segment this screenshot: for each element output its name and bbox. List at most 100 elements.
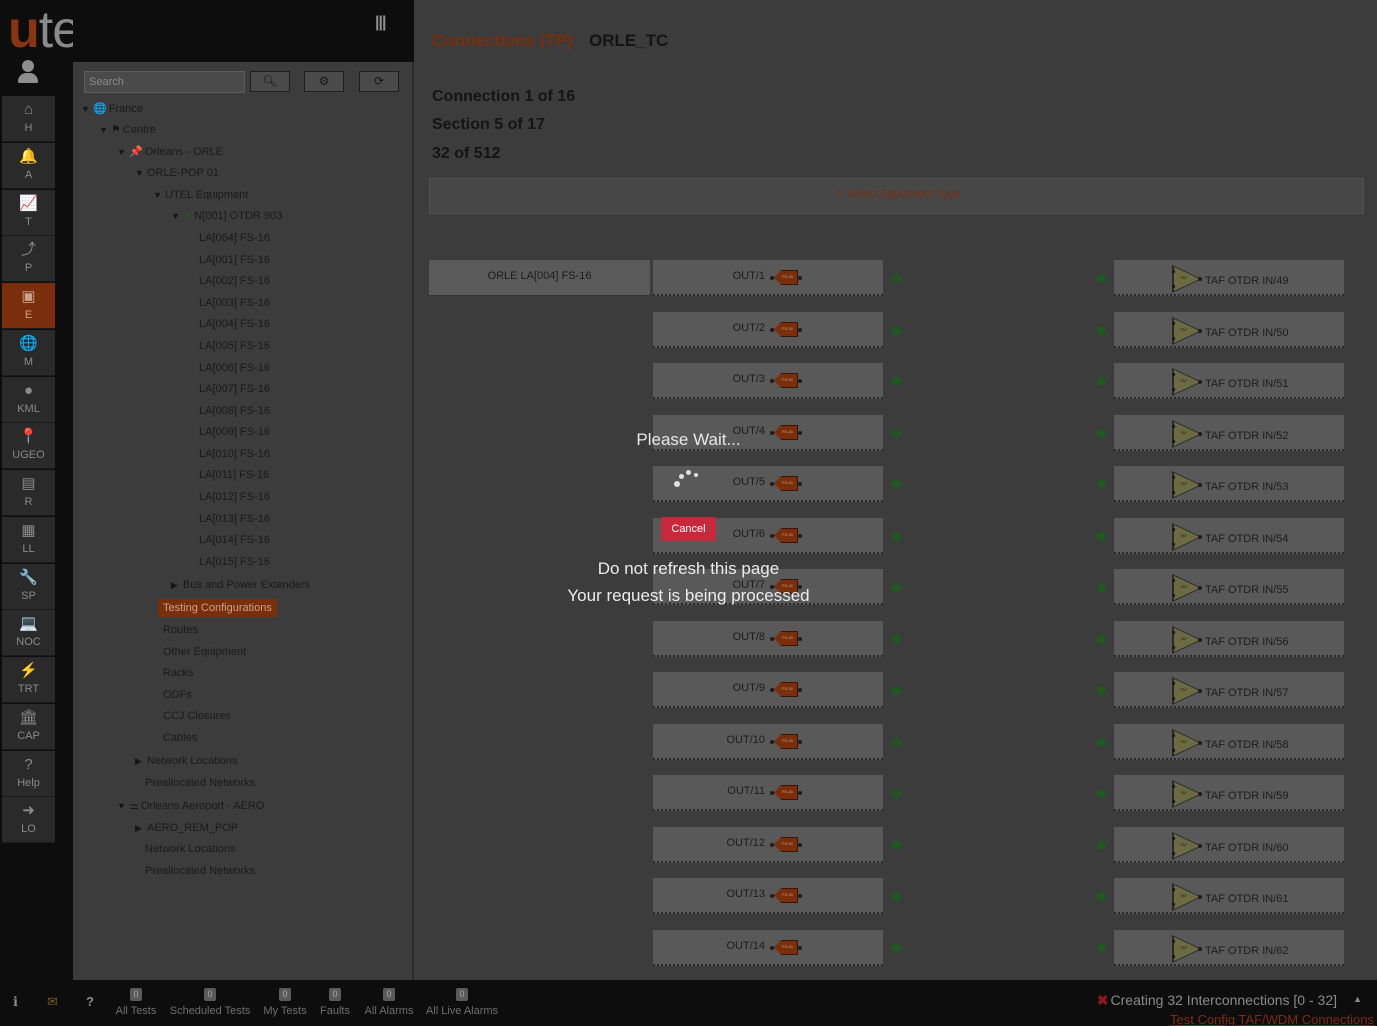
- caret-down-icon[interactable]: ▼: [153, 186, 165, 204]
- taf-input-port[interactable]: TAF TAF OTDR IN/57: [1114, 672, 1344, 708]
- tree-node[interactable]: LA[015] FS-16: [199, 553, 270, 571]
- search-button[interactable]: 🔍︎: [250, 71, 290, 92]
- nav-item-lo[interactable]: ➜ LO: [2, 797, 55, 844]
- nav-item-p[interactable]: ⤴ P: [2, 236, 55, 283]
- tree-node[interactable]: ▼ 🌐 France: [81, 100, 143, 118]
- nav-item-e[interactable]: ▣ E: [2, 283, 55, 329]
- refresh-button[interactable]: ⟳: [359, 71, 399, 92]
- caret-down-icon[interactable]: ▼: [117, 143, 129, 161]
- output-port[interactable]: OUT/10 FS-16: [653, 724, 883, 760]
- output-port[interactable]: OUT/9 FS-16: [653, 672, 883, 708]
- caret-down-icon[interactable]: ▼: [117, 797, 129, 815]
- select-equipment-type-button[interactable]: ＋ Select Equipment Type: [429, 178, 1364, 214]
- output-port[interactable]: OUT/7 FS-16: [653, 569, 883, 605]
- menu-toggle-icon[interactable]: |||: [375, 14, 386, 32]
- tree-node[interactable]: LA[003] FS-16: [199, 294, 270, 312]
- output-port[interactable]: OUT/4 FS-16: [653, 415, 883, 451]
- info-icon[interactable]: ℹ: [13, 994, 18, 1010]
- tree-node[interactable]: LA[004] FS-16: [199, 315, 270, 333]
- nav-item-a[interactable]: 🔔 A: [2, 142, 55, 189]
- tree-node[interactable]: LA[007] FS-16: [199, 380, 270, 398]
- taf-input-port[interactable]: TAF TAF OTDR IN/52: [1114, 415, 1344, 451]
- nav-item-cap[interactable]: 🏛 CAP: [2, 703, 55, 750]
- caret-down-icon[interactable]: ▼: [171, 207, 183, 225]
- tree-node[interactable]: LA[001] FS-16: [199, 251, 270, 269]
- tree-node[interactable]: ODFs: [163, 686, 192, 704]
- tree-node[interactable]: ▼ 📌 Orleans - ORLE: [117, 143, 223, 161]
- taf-input-port[interactable]: TAF TAF OTDR IN/49: [1114, 260, 1344, 296]
- nav-item-kml[interactable]: ● KML: [2, 376, 55, 423]
- tree-node[interactable]: Preallocated Networks: [145, 774, 255, 792]
- tree-node[interactable]: LA[009] FS-16: [199, 423, 270, 441]
- settings-button[interactable]: ⚙: [304, 71, 344, 92]
- output-port[interactable]: OUT/8 FS-16: [653, 621, 883, 657]
- nav-item-m[interactable]: 🌐 M: [2, 329, 55, 376]
- caret-down-icon[interactable]: ▼: [135, 164, 147, 182]
- tree-node[interactable]: Cables: [163, 729, 197, 747]
- nav-item-r[interactable]: ▤ R: [2, 470, 55, 516]
- output-port[interactable]: OUT/11 FS-16: [653, 775, 883, 811]
- tree-node[interactable]: ▶ Bus and Power Extenders: [171, 576, 310, 594]
- output-port[interactable]: OUT/13 FS-16: [653, 878, 883, 914]
- caret-down-icon[interactable]: ▼: [99, 121, 111, 139]
- nav-item-trt[interactable]: ⚡ TRT: [2, 657, 55, 703]
- tree-node[interactable]: ▼ UTEL Equipment: [153, 186, 248, 204]
- job-status[interactable]: ✖ Creating 32 Interconnections [0 - 32]: [1097, 992, 1337, 1009]
- search-input[interactable]: [84, 71, 245, 93]
- output-port[interactable]: OUT/3 FS-16: [653, 363, 883, 399]
- tree-node[interactable]: Other Equipment: [163, 643, 246, 661]
- tree-node[interactable]: Preallocated Networks: [145, 862, 255, 880]
- caret-right-icon[interactable]: ▶: [135, 752, 147, 770]
- nav-item-t[interactable]: 📈 T: [2, 189, 55, 236]
- tree-node[interactable]: LA[012] FS-16: [199, 488, 270, 506]
- job-status-link[interactable]: Test Config TAF/WDM Connections: [1170, 1012, 1374, 1026]
- nav-item-help[interactable]: ? Help: [2, 750, 55, 797]
- tree-node[interactable]: LA[014] FS-16: [199, 531, 270, 549]
- tree-node[interactable]: LA[005] FS-16: [199, 337, 270, 355]
- taf-input-port[interactable]: TAF TAF OTDR IN/56: [1114, 621, 1344, 657]
- taf-input-port[interactable]: TAF TAF OTDR IN/58: [1114, 724, 1344, 760]
- output-port[interactable]: OUT/1 FS-16: [653, 260, 883, 296]
- tree-node[interactable]: ▼ ORLE-POP 01: [135, 164, 219, 182]
- taf-input-port[interactable]: TAF TAF OTDR IN/59: [1114, 775, 1344, 811]
- nav-item-ll[interactable]: ▦ LL: [2, 516, 55, 563]
- nav-item-h[interactable]: ⌂ H: [2, 96, 55, 142]
- tree-node[interactable]: LA[006] FS-16: [199, 359, 270, 377]
- tree-node[interactable]: Network Locations: [145, 840, 236, 858]
- tree-node[interactable]: ▼ ⚌ Orleans Aeroport - AERO: [117, 797, 264, 815]
- taf-input-port[interactable]: TAF TAF OTDR IN/62: [1114, 930, 1344, 966]
- tree-node[interactable]: LA[013] FS-16: [199, 510, 270, 528]
- output-port[interactable]: OUT/5 FS-16: [653, 466, 883, 502]
- tree-node[interactable]: LA[002] FS-16: [199, 272, 270, 290]
- nav-item-ugeo[interactable]: 📍 UGEO: [2, 423, 55, 470]
- tree-node[interactable]: Routes: [163, 621, 198, 639]
- taf-input-port[interactable]: TAF TAF OTDR IN/53: [1114, 466, 1344, 502]
- output-port[interactable]: OUT/2 FS-16: [653, 312, 883, 348]
- output-port[interactable]: OUT/14 FS-16: [653, 930, 883, 966]
- tree-node[interactable]: ▶ Network Locations: [135, 752, 238, 770]
- envelope-icon[interactable]: ✉: [47, 994, 58, 1010]
- taf-input-port[interactable]: TAF TAF OTDR IN/54: [1114, 518, 1344, 554]
- caret-right-icon[interactable]: ▶: [135, 819, 147, 837]
- caret-up-icon[interactable]: ▲: [1353, 994, 1362, 1004]
- tree-node[interactable]: Racks: [163, 664, 194, 682]
- caret-down-icon[interactable]: ▼: [81, 100, 93, 118]
- tree-node[interactable]: LA[064] FS-16: [199, 229, 270, 247]
- tree-node[interactable]: ▼ ✔ N[001] OTDR 903: [171, 207, 282, 225]
- tree-node[interactable]: LA[008] FS-16: [199, 402, 270, 420]
- taf-input-port[interactable]: TAF TAF OTDR IN/51: [1114, 363, 1344, 399]
- taf-input-port[interactable]: TAF TAF OTDR IN/50: [1114, 312, 1344, 348]
- nav-item-sp[interactable]: 🔧 SP: [2, 563, 55, 610]
- counter-all-live-alarms[interactable]: 0 All Live Alarms: [412, 988, 512, 1017]
- tree-node[interactable]: LA[011] FS-16: [199, 466, 269, 484]
- caret-right-icon[interactable]: ▶: [171, 576, 183, 594]
- user-icon[interactable]: [17, 60, 39, 84]
- taf-input-port[interactable]: TAF TAF OTDR IN/60: [1114, 827, 1344, 863]
- tree-node[interactable]: LA[010] FS-16: [199, 445, 270, 463]
- output-port[interactable]: OUT/12 FS-16: [653, 827, 883, 863]
- source-equipment-box[interactable]: ORLE LA[004] FS-16: [429, 260, 650, 296]
- tree-node[interactable]: ▶ AERO_REM_POP: [135, 819, 238, 837]
- taf-input-port[interactable]: TAF TAF OTDR IN/55: [1114, 569, 1344, 605]
- tree-node[interactable]: ▼ ⚑ Centre: [99, 121, 156, 139]
- cancel-button[interactable]: Cancel: [661, 517, 716, 541]
